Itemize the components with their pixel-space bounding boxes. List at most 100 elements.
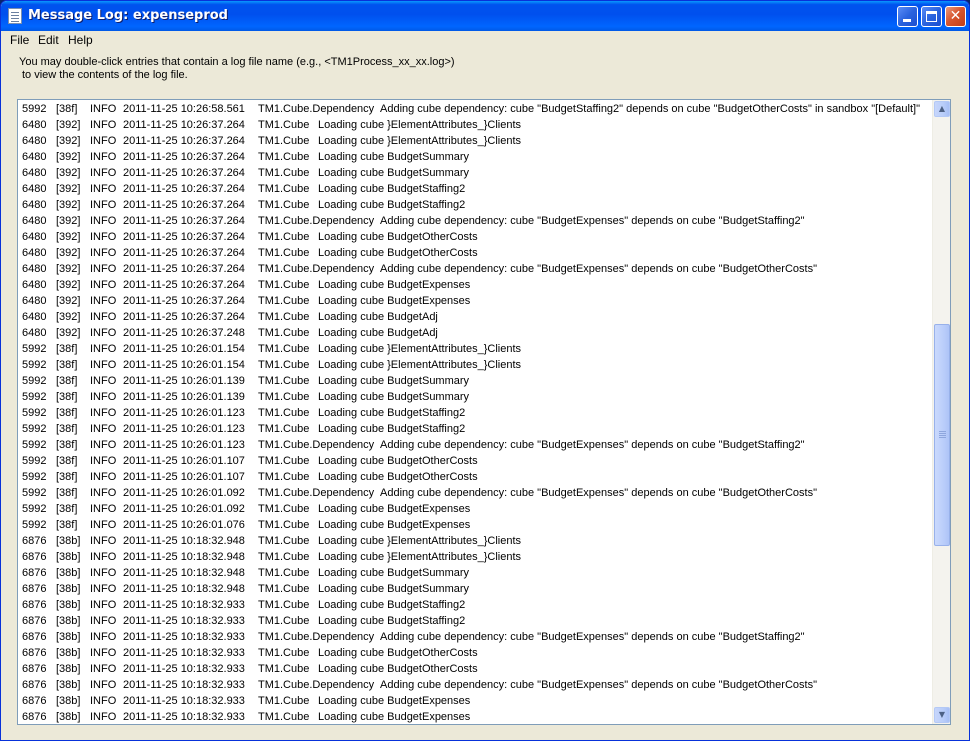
log-entry-row[interactable]: 5992 [38f] INFO 2011-11-25 10:26:01.123 TM1.… <box>18 421 932 437</box>
log-entry-row[interactable]: 6876 [38b] INFO 2011-11-25 10:18:32.933 TM1.… <box>18 709 932 724</box>
log-entry-row[interactable]: 6876 [38b] INFO 2011-11-25 10:18:32.933 TM1.… <box>18 661 932 677</box>
arrow-up-icon: ▲ <box>938 104 946 113</box>
log-entry-row[interactable]: 5992 [38f] INFO 2011-11-25 10:26:01.123 TM1.… <box>18 437 932 453</box>
log-message: Loading cube BudgetStaffing2 <box>318 599 466 611</box>
log-entry-row[interactable]: 6480 [392] INFO 2011-11-25 10:26:37.264 TM1.… <box>18 149 932 165</box>
log-entry-row[interactable]: 5992 [38f] INFO 2011-11-25 10:26:01.154 TM1.… <box>18 357 932 373</box>
log-entry-row[interactable]: 5992 [38f] INFO 2011-11-25 10:26:01.076 TM1.… <box>18 517 932 533</box>
log-entry-row[interactable]: 6480 [392] INFO 2011-11-25 10:26:37.264 TM1.… <box>18 245 932 261</box>
scroll-up-button[interactable]: ▲ <box>934 101 950 117</box>
log-pid: 6876 <box>22 647 47 659</box>
log-entry-row[interactable]: 6480 [392] INFO 2011-11-25 10:26:37.264 TM1.… <box>18 261 932 277</box>
title-bar[interactable]: Message Log: expenseprod ✕ <box>1 1 969 31</box>
log-entry-row[interactable]: 6480 [392] INFO 2011-11-25 10:26:37.264 TM1.… <box>18 293 932 309</box>
log-entry-row[interactable]: 6480 [392] INFO 2011-11-25 10:26:37.248 TM1.… <box>18 325 932 341</box>
log-entry-row[interactable]: 6876 [38b] INFO 2011-11-25 10:18:32.948 TM1.… <box>18 549 932 565</box>
log-entry-row[interactable]: 6876 [38b] INFO 2011-11-25 10:18:32.948 TM1.… <box>18 533 932 549</box>
log-entries-list[interactable]: 5992 [38f] INFO 2011-11-25 10:26:58.561 TM1.… <box>18 100 932 724</box>
log-logger: TM1.Cube <box>258 407 310 419</box>
log-entry-row[interactable]: 5992 [38f] INFO 2011-11-25 10:26:01.107 TM1.… <box>18 469 932 485</box>
minimize-button[interactable] <box>897 6 918 27</box>
log-entry-row[interactable]: 6480 [392] INFO 2011-11-25 10:26:37.264 TM1.… <box>18 309 932 325</box>
log-entry-row[interactable]: 6876 [38b] INFO 2011-11-25 10:18:32.933 TM1.… <box>18 597 932 613</box>
log-pid: 6480 <box>22 135 47 147</box>
log-logger: TM1.Cube <box>258 359 310 371</box>
log-level: INFO <box>90 647 117 659</box>
menu-help[interactable]: Help <box>68 33 93 47</box>
log-thread-id: [38f] <box>56 439 78 451</box>
log-timestamp: 2011-11-25 10:18:32.933 <box>123 615 245 627</box>
log-message: Adding cube dependency: cube "BudgetExpe… <box>380 679 817 691</box>
log-logger: TM1.Cube <box>258 471 310 483</box>
log-level: INFO <box>90 487 117 499</box>
log-logger: TM1.Cube.Dependency <box>258 439 375 451</box>
log-entry-row[interactable]: 6480 [392] INFO 2011-11-25 10:26:37.264 TM1.… <box>18 133 932 149</box>
log-timestamp: 2011-11-25 10:18:32.948 <box>123 535 245 547</box>
log-pid: 6480 <box>22 231 47 243</box>
log-entry-row[interactable]: 5992 [38f] INFO 2011-11-25 10:26:01.154 TM1.… <box>18 341 932 357</box>
log-list-box[interactable]: 5992 [38f] INFO 2011-11-25 10:26:58.561 TM1.… <box>17 99 951 725</box>
log-pid: 6876 <box>22 631 47 643</box>
log-pid: 6480 <box>22 167 47 179</box>
scroll-down-button[interactable]: ▼ <box>934 707 950 723</box>
close-button[interactable]: ✕ <box>945 6 966 27</box>
log-entry-row[interactable]: 5992 [38f] INFO 2011-11-25 10:26:01.139 TM1.… <box>18 373 932 389</box>
log-message: Loading cube BudgetSummary <box>318 167 470 179</box>
log-thread-id: [392] <box>56 167 81 179</box>
log-entry-row[interactable]: 6480 [392] INFO 2011-11-25 10:26:37.264 TM1.… <box>18 213 932 229</box>
log-entry-row[interactable]: 6480 [392] INFO 2011-11-25 10:26:37.264 TM1.… <box>18 165 932 181</box>
log-entry-row[interactable]: 5992 [38f] INFO 2011-11-25 10:26:01.139 TM1.… <box>18 389 932 405</box>
log-pid: 5992 <box>22 519 47 531</box>
log-entry-row[interactable]: 5992 [38f] INFO 2011-11-25 10:26:58.561 TM1.… <box>18 101 932 117</box>
log-message: Loading cube BudgetAdj <box>318 311 438 323</box>
log-thread-id: [38b] <box>56 551 81 563</box>
log-level: INFO <box>90 695 117 707</box>
log-timestamp: 2011-11-25 10:26:37.264 <box>123 311 245 323</box>
log-entry-row[interactable]: 6480 [392] INFO 2011-11-25 10:26:37.264 TM1.… <box>18 277 932 293</box>
log-level: INFO <box>90 119 117 131</box>
log-entry-row[interactable]: 6480 [392] INFO 2011-11-25 10:26:37.264 TM1.… <box>18 117 932 133</box>
menu-file-label: File <box>10 33 30 47</box>
log-entry-row[interactable]: 6876 [38b] INFO 2011-11-25 10:18:32.933 TM1.… <box>18 645 932 661</box>
log-level: INFO <box>90 583 117 595</box>
instruction-text: You may double-click entries that contai… <box>19 56 959 82</box>
log-thread-id: [38b] <box>56 647 81 659</box>
log-level: INFO <box>90 679 117 691</box>
log-level: INFO <box>90 551 117 563</box>
log-entry-row[interactable]: 6876 [38b] INFO 2011-11-25 10:18:32.933 TM1.… <box>18 677 932 693</box>
log-entry-row[interactable]: 5992 [38f] INFO 2011-11-25 10:26:01.123 TM1.… <box>18 405 932 421</box>
log-entry-row[interactable]: 6876 [38b] INFO 2011-11-25 10:18:32.933 TM1.… <box>18 693 932 709</box>
log-thread-id: [392] <box>56 199 81 211</box>
log-thread-id: [392] <box>56 279 81 291</box>
log-timestamp: 2011-11-25 10:26:58.561 <box>123 103 245 115</box>
log-entry-row[interactable]: 6480 [392] INFO 2011-11-25 10:26:37.264 TM1.… <box>18 229 932 245</box>
vertical-scrollbar[interactable]: ▲ ▼ <box>932 100 950 724</box>
menu-edit-label: Edit <box>38 33 59 47</box>
log-logger: TM1.Cube <box>258 663 310 675</box>
log-entry-row[interactable]: 5992 [38f] INFO 2011-11-25 10:26:01.092 TM1.… <box>18 485 932 501</box>
log-entry-row[interactable]: 6480 [392] INFO 2011-11-25 10:26:37.264 TM1.… <box>18 181 932 197</box>
document-log-icon[interactable] <box>8 8 22 24</box>
log-message: Loading cube BudgetExpenses <box>318 711 471 723</box>
log-entry-row[interactable]: 5992 [38f] INFO 2011-11-25 10:26:01.107 TM1.… <box>18 453 932 469</box>
maximize-button[interactable] <box>921 6 942 27</box>
log-entry-row[interactable]: 6876 [38b] INFO 2011-11-25 10:18:32.933 TM1.… <box>18 613 932 629</box>
log-message: Adding cube dependency: cube "BudgetExpe… <box>380 263 817 275</box>
log-message: Loading cube BudgetExpenses <box>318 295 471 307</box>
log-logger: TM1.Cube <box>258 199 310 211</box>
log-level: INFO <box>90 567 117 579</box>
log-entry-row[interactable]: 6876 [38b] INFO 2011-11-25 10:18:32.948 TM1.… <box>18 565 932 581</box>
log-pid: 6480 <box>22 327 47 339</box>
log-timestamp: 2011-11-25 10:26:01.139 <box>123 391 245 403</box>
menu-file[interactable]: File <box>10 33 29 47</box>
log-thread-id: [392] <box>56 231 81 243</box>
scroll-thumb[interactable] <box>934 324 950 546</box>
menu-edit[interactable]: Edit <box>38 33 59 47</box>
log-level: INFO <box>90 407 117 419</box>
log-entry-row[interactable]: 6876 [38b] INFO 2011-11-25 10:18:32.948 TM1.… <box>18 581 932 597</box>
log-entry-row[interactable]: 5992 [38f] INFO 2011-11-25 10:26:01.092 TM1.… <box>18 501 932 517</box>
log-logger: TM1.Cube <box>258 311 310 323</box>
log-entry-row[interactable]: 6480 [392] INFO 2011-11-25 10:26:37.264 TM1.… <box>18 197 932 213</box>
log-pid: 6876 <box>22 695 47 707</box>
log-entry-row[interactable]: 6876 [38b] INFO 2011-11-25 10:18:32.933 TM1.… <box>18 629 932 645</box>
